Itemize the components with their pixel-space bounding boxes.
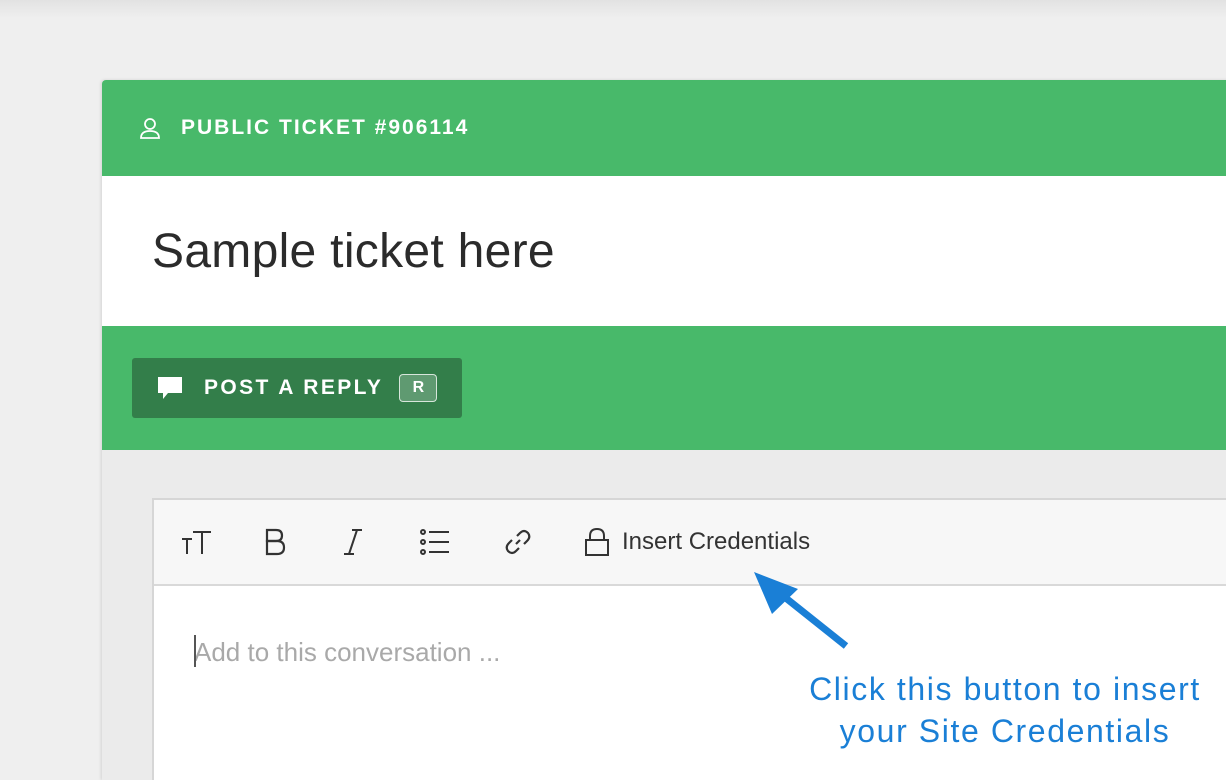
shortcut-key-badge: R — [399, 374, 438, 402]
post-reply-label: POST A REPLY — [204, 376, 384, 399]
chat-bubble-icon — [156, 374, 184, 402]
ticket-title: Sample ticket here — [152, 224, 555, 278]
bold-button[interactable] — [260, 522, 290, 562]
user-icon — [138, 116, 162, 140]
link-icon — [505, 529, 531, 555]
list-icon — [420, 529, 449, 555]
annotation-text: Click this button to insert your Site Cr… — [770, 668, 1226, 752]
reply-bar: POST A REPLY R — [102, 326, 1226, 450]
bulleted-list-button[interactable] — [418, 522, 452, 562]
ticket-label: PUBLIC TICKET #906114 — [181, 116, 470, 139]
text-size-icon — [182, 531, 211, 554]
lock-icon — [584, 527, 610, 557]
post-reply-button[interactable]: POST A REPLY R — [132, 358, 462, 418]
reply-input[interactable] — [194, 636, 794, 668]
editor-toolbar: Insert Credentials — [154, 500, 1226, 586]
text-caret — [194, 635, 196, 667]
ticket-header: PUBLIC TICKET #906114 — [102, 80, 1226, 176]
bold-icon — [265, 528, 286, 556]
italic-button[interactable] — [340, 522, 366, 562]
annotation-line-2: your Site Credentials — [839, 713, 1171, 749]
text-size-button[interactable] — [180, 522, 214, 562]
link-button[interactable] — [502, 522, 534, 562]
annotation-line-1: Click this button to insert — [809, 671, 1201, 707]
insert-credentials-label: Insert Credentials — [622, 528, 811, 555]
insert-credentials-button[interactable]: Insert Credentials — [584, 522, 810, 562]
annotation-arrow-icon — [754, 572, 849, 649]
italic-icon — [344, 529, 362, 555]
top-shadow — [0, 0, 1226, 18]
title-area: Sample ticket here — [102, 176, 1226, 326]
